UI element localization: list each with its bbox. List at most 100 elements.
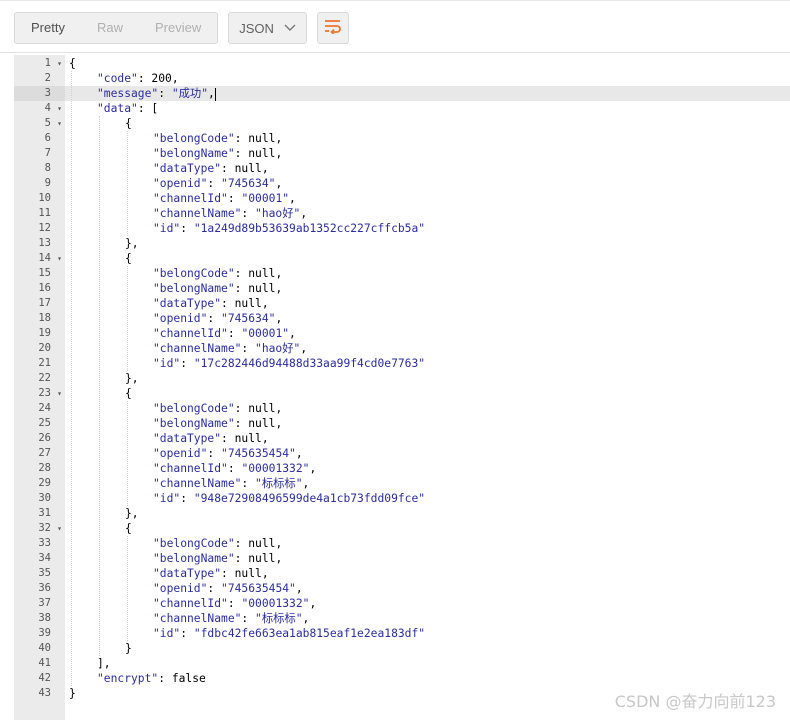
line-number: 29 <box>14 476 65 491</box>
json-value: null <box>248 417 276 430</box>
code-line: { <box>65 386 790 401</box>
json-value: "17c282446d94488d33aa99f4cd0e7763" <box>193 357 426 370</box>
line-number-label: 26 <box>38 432 51 444</box>
code-comma: , <box>309 597 317 610</box>
code-line: "belongName": null, <box>65 416 790 431</box>
fold-toggle-icon[interactable]: ▾ <box>57 386 62 401</box>
json-value: "00001" <box>241 327 290 340</box>
code-line: "channelId": "00001332", <box>65 596 790 611</box>
code-line: "dataType": null, <box>65 296 790 311</box>
line-number-label: 23 <box>38 387 51 399</box>
code-colon: : <box>241 612 256 625</box>
line-number: 31 <box>14 506 65 521</box>
json-key: "code" <box>97 72 138 85</box>
json-value: null <box>248 552 276 565</box>
code-colon: : <box>221 162 235 175</box>
json-value: null <box>248 267 276 280</box>
code-colon: : <box>234 402 249 415</box>
line-number-label: 30 <box>38 492 51 504</box>
line-number: 28 <box>14 461 65 476</box>
code-line: "dataType": null, <box>65 566 790 581</box>
code-colon: : <box>234 147 249 160</box>
fold-toggle-icon[interactable]: ▾ <box>57 521 62 536</box>
code-line: "belongCode": null, <box>65 131 790 146</box>
json-editor[interactable]: 1 ▾ 2 3 4 ▾ 5 ▾ 6 7 8 9 10 11 12 13 14 ▾ 15 16 17 18 19 20 21 22 2… <box>14 55 790 720</box>
code-colon: : <box>180 492 194 505</box>
line-number-label: 1 <box>44 57 51 69</box>
json-value: "745634" <box>221 177 276 190</box>
code-punct: { <box>125 387 132 400</box>
code-line: "belongName": null, <box>65 551 790 566</box>
code-comma: , <box>208 87 215 100</box>
code-line: "id": "948e72908496599de4a1cb73fdd09fce" <box>65 491 790 506</box>
line-number: 1 ▾ <box>14 56 65 71</box>
code-colon: : <box>241 207 256 220</box>
code-line: "id": "1a249d89b53639ab1352cc227cffcb5a" <box>65 221 790 236</box>
fold-toggle-icon[interactable]: ▾ <box>57 251 62 266</box>
code-line: "channelId": "00001", <box>65 326 790 341</box>
code-comma: , <box>275 177 283 190</box>
line-number-label: 24 <box>38 402 51 414</box>
code-comma: , <box>275 267 283 280</box>
toolbar-divider <box>0 52 790 53</box>
indent-guide <box>99 116 100 656</box>
response-toolbar: Pretty Raw Preview JSON <box>14 12 349 44</box>
code-line: "id": "17c282446d94488d33aa99f4cd0e7763" <box>65 356 790 371</box>
view-raw-tab[interactable]: Raw <box>81 13 139 43</box>
line-number: 22 <box>14 371 65 386</box>
line-number-label: 38 <box>38 612 51 624</box>
line-number-label: 39 <box>38 627 51 639</box>
code-colon: : <box>221 567 235 580</box>
line-number: 19 <box>14 326 65 341</box>
code-comma: , <box>261 567 269 580</box>
code-line: }, <box>65 506 790 521</box>
code-comma: , <box>261 162 269 175</box>
json-key: "dataType" <box>153 162 222 175</box>
json-key: "id" <box>153 627 181 640</box>
json-key: "belongName" <box>153 147 235 160</box>
json-key: "data" <box>97 102 138 115</box>
json-value: "fdbc42fe663ea1ab815eaf1e2ea183df" <box>193 627 426 640</box>
view-preview-tab[interactable]: Preview <box>139 13 217 43</box>
code-area[interactable]: {"code": 200, "message": "成功", "data": [{"… <box>65 55 790 720</box>
line-number: 42 <box>14 671 65 686</box>
json-key: "dataType" <box>153 432 222 445</box>
code-punct: ], <box>97 657 111 670</box>
line-number: 26 <box>14 431 65 446</box>
json-key: "belongCode" <box>153 537 235 550</box>
code-line: "belongName": null, <box>65 146 790 161</box>
code-colon: : <box>180 357 194 370</box>
view-pretty-tab[interactable]: Pretty <box>15 13 81 43</box>
code-line: { <box>65 116 790 131</box>
json-value: null <box>248 402 276 415</box>
line-number: 6 <box>14 131 65 146</box>
code-line: } <box>65 641 790 656</box>
json-key: "openid" <box>153 312 208 325</box>
line-number-label: 36 <box>38 582 51 594</box>
line-number: 11 <box>14 206 65 221</box>
line-number-label: 16 <box>38 282 51 294</box>
code-comma: , <box>275 417 283 430</box>
code-comma: , <box>275 147 283 160</box>
line-number: 16 <box>14 281 65 296</box>
json-key: "id" <box>153 357 181 370</box>
fold-toggle-icon[interactable]: ▾ <box>57 56 62 71</box>
json-value: "00001332" <box>241 597 310 610</box>
format-select[interactable]: JSON <box>228 12 307 44</box>
fold-toggle-icon[interactable]: ▾ <box>57 116 62 131</box>
json-value: "00001" <box>241 192 290 205</box>
code-colon: : <box>180 222 194 235</box>
json-key: "id" <box>153 492 181 505</box>
code-colon: : <box>234 552 249 565</box>
json-value: 200 <box>151 72 172 85</box>
code-colon: : <box>207 447 222 460</box>
line-number-label: 3 <box>44 87 51 99</box>
line-number-label: 28 <box>38 462 51 474</box>
code-comma: , <box>275 402 283 415</box>
wrap-lines-button[interactable] <box>316 12 349 44</box>
line-number-label: 37 <box>38 597 51 609</box>
line-number: 20 <box>14 341 65 356</box>
json-key: "encrypt" <box>97 672 159 685</box>
code-line: "channelName": "hao好", <box>65 206 790 221</box>
fold-toggle-icon[interactable]: ▾ <box>57 101 62 116</box>
